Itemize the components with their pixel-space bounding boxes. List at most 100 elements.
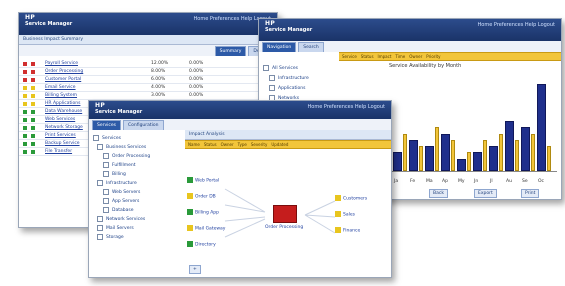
dependency-node[interactable]: Order DB [187,193,216,201]
tab-search[interactable]: Search [298,42,324,52]
print-button[interactable]: Print [521,189,540,198]
export-button[interactable]: Export [474,189,497,198]
table-row[interactable]: Customer Portal 6.00% 0.00% [19,76,277,84]
header-links[interactable]: Home Preferences Help Logout [308,104,385,110]
tree-item[interactable]: Storage [93,233,185,242]
table-row[interactable]: Order Processing 8.00% 0.00% [19,68,277,76]
x-tick-label: Ap [442,179,448,184]
node-label: Finance [343,228,361,234]
chart-bar-secondary[interactable] [403,133,407,171]
chart-bar[interactable] [537,83,546,171]
consumer-node[interactable]: Sales [335,211,355,219]
service-link[interactable]: Backup Service [45,140,80,147]
tree-item[interactable]: Order Processing [93,152,185,161]
tree-label: Order Processing [112,154,151,159]
tree-item[interactable]: Applications [263,84,337,94]
chart-bar-secondary[interactable] [531,133,535,171]
tree-label: Network Services [106,217,146,222]
chart-bar-secondary[interactable] [483,139,487,171]
tree-label: Business Services [106,145,147,150]
expand-icon[interactable] [269,74,275,81]
service-link[interactable]: HR Applications [45,100,80,107]
folder-icon [93,134,99,141]
service-link[interactable]: Email Service [45,84,76,91]
tree-item[interactable]: Web Servers [93,188,185,197]
node-label: Customers [343,196,368,202]
chart-bar-secondary[interactable] [467,152,471,171]
tree-item[interactable]: Infrastructure [263,74,337,84]
status-icon [23,77,27,82]
consumer-node[interactable]: Finance [335,227,360,235]
col-type[interactable]: Type [238,142,247,147]
chart-bar[interactable] [473,152,482,171]
service-link[interactable]: Web Services [45,116,75,123]
expand-icon[interactable] [263,64,269,71]
dependency-node[interactable]: Mail Gateway [187,225,225,233]
table-row[interactable]: Billing System 3.00% 0.00% [19,92,277,100]
chart-bar[interactable] [425,146,434,171]
service-link[interactable]: File Transfer [45,148,72,155]
table-row[interactable]: Email Service 4.00% 0.00% [19,84,277,92]
status-icon [23,69,27,74]
chart-bar-secondary[interactable] [547,146,551,171]
col-updated[interactable]: Updated [271,142,288,147]
chart-bar-secondary[interactable] [499,133,503,171]
col-status[interactable]: Status [361,54,374,59]
col-severity[interactable]: Severity [251,142,268,147]
tab-configuration[interactable]: Configuration [122,120,164,130]
tree-item[interactable]: Mail Servers [93,224,185,233]
service-link[interactable]: Payroll Service [45,60,78,67]
center-node-label: Order Processing [265,225,304,230]
expand-icon[interactable] [269,84,275,91]
tree-label: Infrastructure [106,181,137,186]
service-link[interactable]: Customer Portal [45,76,81,83]
chart-bar[interactable] [457,158,466,171]
chart-bar[interactable] [393,152,402,171]
zoom-button[interactable]: + [189,265,201,274]
trend-icon [31,61,35,66]
chart-bar[interactable] [441,133,450,171]
tree-item[interactable]: All Services [263,64,337,74]
titlebar: HP Service Manager Home Preferences Help… [19,13,277,35]
chart-bar-secondary[interactable] [435,127,439,171]
tree-item[interactable]: Business Services [93,143,185,152]
tree-item[interactable]: App Servers [93,197,185,206]
chart-bar[interactable] [409,139,418,171]
col-name[interactable]: Name [188,142,200,147]
table-row[interactable]: Payroll Service 12.00% 0.00% [19,60,277,68]
tree-item[interactable]: Database [93,206,185,215]
chart-bar-secondary[interactable] [451,139,455,171]
service-link[interactable]: Print Services [45,132,76,139]
service-link[interactable]: Billing System [45,92,77,99]
chart-bar[interactable] [489,146,498,171]
chart-bar-secondary[interactable] [419,146,423,171]
tab-summary[interactable]: Summary [214,46,247,56]
service-link[interactable]: Data Warehouse [45,108,82,115]
tree-item[interactable]: Services [93,134,185,143]
service-link[interactable]: Network Storage [45,124,83,131]
tab-services[interactable]: Services [92,120,121,130]
node-icon [187,225,193,231]
col-owner[interactable]: Owner [221,142,234,147]
change-value: 0.00% [189,69,204,74]
chart-bar[interactable] [521,127,530,171]
consumer-node[interactable]: Customers [335,195,367,203]
dependency-node[interactable]: Billing App [187,209,219,217]
node-icon [335,195,341,201]
tree-item[interactable]: Network Services [93,215,185,224]
tree-item[interactable]: Infrastructure [93,179,185,188]
dependency-node[interactable]: Directory [187,241,216,249]
col-status[interactable]: Status [204,142,217,147]
tab-navigation[interactable]: Navigation [262,42,297,52]
service-link[interactable]: Order Processing [45,68,83,75]
dependency-node[interactable]: Web Portal [187,177,219,185]
impact-value: 4.00% [151,85,166,90]
tree-item[interactable]: Billing [93,170,185,179]
chart-bar[interactable] [505,121,514,171]
back-button[interactable]: Back [429,189,448,198]
services-tree: Services Business Services Order Processin… [89,131,189,245]
col-service[interactable]: Service [342,54,357,59]
center-node-icon[interactable] [273,205,297,223]
chart-bar-secondary[interactable] [515,139,519,171]
tree-item[interactable]: Fulfillment [93,161,185,170]
